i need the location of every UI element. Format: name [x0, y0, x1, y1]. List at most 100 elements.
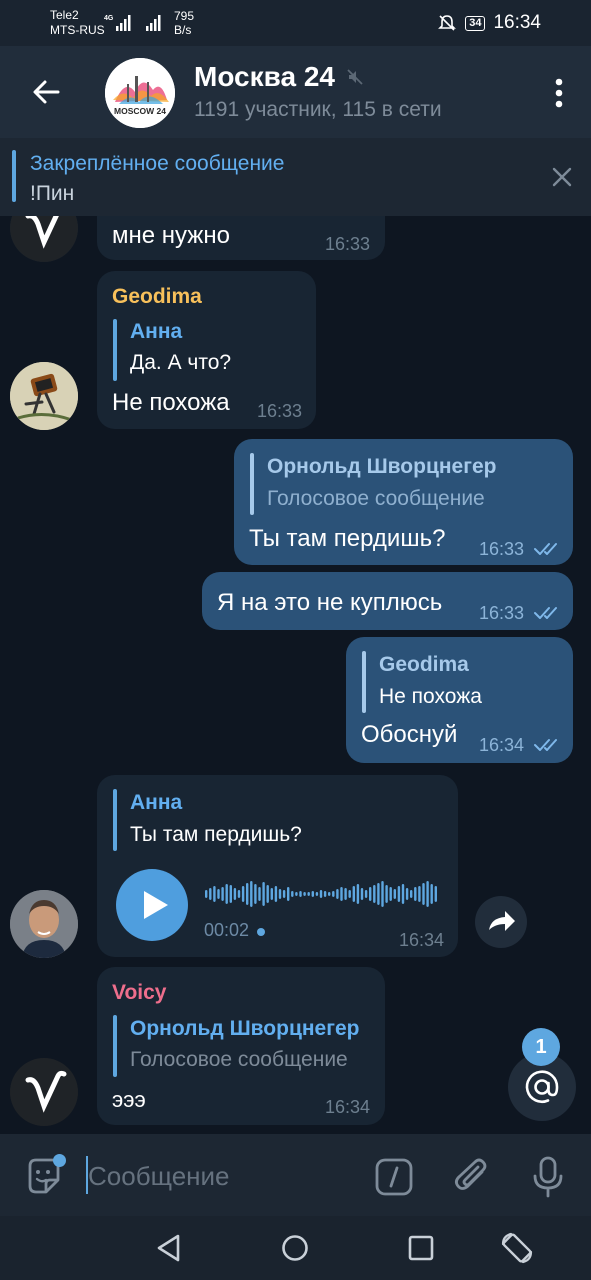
waveform-bar [336, 889, 339, 899]
voice-message-bubble[interactable]: Анна Ты там пердишь? 00:02 16:34 [97, 775, 458, 957]
waveform-bar [205, 890, 208, 898]
close-icon[interactable] [551, 166, 573, 188]
back-arrow-icon[interactable] [28, 74, 64, 110]
avatar-voicy[interactable] [10, 216, 78, 262]
waveform-bar [418, 886, 421, 902]
nav-back-icon[interactable] [154, 1232, 184, 1264]
waveform-bar [233, 888, 237, 900]
mention-count-badge[interactable]: 1 [522, 1028, 560, 1066]
message-bubble[interactable]: Я на это не куплюсь 16:33 [202, 572, 573, 630]
message-sender[interactable]: Voicy [112, 981, 166, 1005]
attach-icon[interactable] [452, 1156, 492, 1196]
waveform-bar [405, 888, 409, 900]
waveform-bar [291, 891, 294, 897]
rotate-screen-icon[interactable] [499, 1230, 535, 1266]
waveform-bar [348, 890, 351, 898]
channel-logo[interactable]: MOSCOW 24 [105, 58, 175, 128]
bot-command-icon[interactable] [375, 1158, 413, 1196]
forward-button[interactable] [475, 896, 527, 948]
waveform-bar [266, 885, 269, 903]
reply-text[interactable]: Да. А что? [130, 351, 231, 375]
waveform-bar [295, 892, 298, 896]
reply-bar [113, 789, 117, 851]
message-text: Не похожа [112, 389, 230, 416]
pinned-message-bar[interactable]: Закреплённое сообщение !Пин [0, 138, 591, 216]
voicy-avatar-icon [10, 1058, 78, 1126]
reply-author[interactable]: Анна [130, 320, 182, 344]
reply-author[interactable]: Орнольд Шворцнегер [130, 1017, 359, 1041]
waveform-bar [217, 889, 220, 899]
pin-indicator [12, 150, 16, 202]
waveform-bar [401, 884, 405, 904]
waveform-bar [229, 885, 232, 903]
speed-value: 795 [174, 9, 195, 23]
net-speed: 795 B/s [174, 9, 194, 37]
waveform-bar [221, 887, 224, 901]
message-bubble[interactable]: Voicy Орнольд Шворцнегер Голосовое сообщ… [97, 967, 385, 1125]
waveform-bar [397, 886, 401, 902]
avatar-arnold[interactable] [10, 890, 78, 958]
avatar-voicy[interactable] [10, 1058, 78, 1126]
reply-author[interactable]: Орнольд Шворцнегер [267, 455, 496, 479]
double-check-icon [534, 543, 557, 555]
reply-bar [250, 453, 254, 515]
waveform-bar [364, 890, 368, 898]
reply-text[interactable]: Голосовое сообщение [267, 487, 485, 511]
pinned-title: Закреплённое сообщение [30, 152, 285, 175]
carrier-1: Tele2 [50, 8, 79, 22]
waveform-bar [241, 886, 245, 902]
waveform-bar [373, 885, 376, 903]
message-bubble[interactable]: Geodima Не похожа Обоснуй 16:34 [346, 637, 573, 763]
waveform-bar [274, 886, 278, 902]
reply-text[interactable]: Не похожа [379, 685, 482, 709]
waveform-bar [258, 887, 261, 901]
more-vert-icon[interactable] [555, 78, 563, 108]
waveform-bar [426, 881, 429, 907]
double-check-icon [534, 739, 557, 751]
reply-text[interactable]: Ты там пердишь? [130, 823, 302, 847]
waveform-bar [422, 883, 425, 905]
reply-author[interactable]: Geodima [379, 653, 469, 677]
play-button[interactable] [116, 869, 188, 941]
message-text: Обоснуй [361, 721, 458, 748]
reply-author[interactable]: Анна [130, 791, 182, 815]
waveform-bar [225, 884, 228, 904]
signal-icon-2 [146, 15, 161, 31]
message-input-bar: Сообщение [0, 1134, 591, 1216]
reply-text[interactable]: Голосовое сообщение [130, 1048, 348, 1072]
voice-waveform[interactable] [205, 879, 441, 909]
message-sender[interactable]: Geodima [112, 285, 202, 309]
message-input[interactable]: Сообщение [88, 1161, 230, 1192]
message-time: 16:33 [479, 603, 525, 623]
waveform-bar [299, 891, 302, 897]
waveform-bar [323, 891, 327, 897]
nav-home-icon[interactable] [281, 1234, 309, 1262]
waveform-bar [319, 890, 323, 898]
waveform-bar [311, 891, 314, 897]
message-bubble[interactable]: Geodima Анна Да. А что? Не похожа 16:33 [97, 271, 316, 429]
waveform-bar [328, 892, 331, 896]
message-bubble[interactable]: мне нужно 16:33 [97, 216, 385, 260]
voicy-avatar-icon [10, 216, 78, 262]
waveform-bar [410, 890, 413, 898]
message-text: мне нужно [112, 222, 230, 249]
chat-subtitle: 1191 участник, 115 в сети [194, 98, 442, 121]
message-list[interactable]: мне нужно 16:33 Geodima Анна Да. А что? … [0, 216, 591, 1134]
nav-recents-icon[interactable] [407, 1234, 435, 1262]
chat-header: MOSCOW 24 Москва 24 1191 участник, 115 в… [0, 46, 591, 138]
carrier-info: Tele2 MTS-RUS [50, 8, 105, 38]
avatar-geodima[interactable] [10, 362, 78, 430]
waveform-bar [352, 886, 355, 902]
message-time: 16:34 [399, 930, 445, 950]
chat-title[interactable]: Москва 24 [194, 61, 335, 93]
waveform-bar [282, 890, 286, 898]
message-bubble[interactable]: Орнольд Шворцнегер Голосовое сообщение Т… [234, 439, 573, 565]
system-nav-bar [0, 1216, 591, 1280]
waveform-bar [356, 884, 360, 904]
microphone-icon[interactable] [530, 1156, 566, 1198]
message-time: 16:33 [479, 539, 525, 559]
waveform-bar [389, 887, 392, 901]
bell-off-icon [438, 15, 457, 31]
waveform-bar [254, 884, 257, 904]
arnold-avatar-icon [10, 890, 78, 958]
